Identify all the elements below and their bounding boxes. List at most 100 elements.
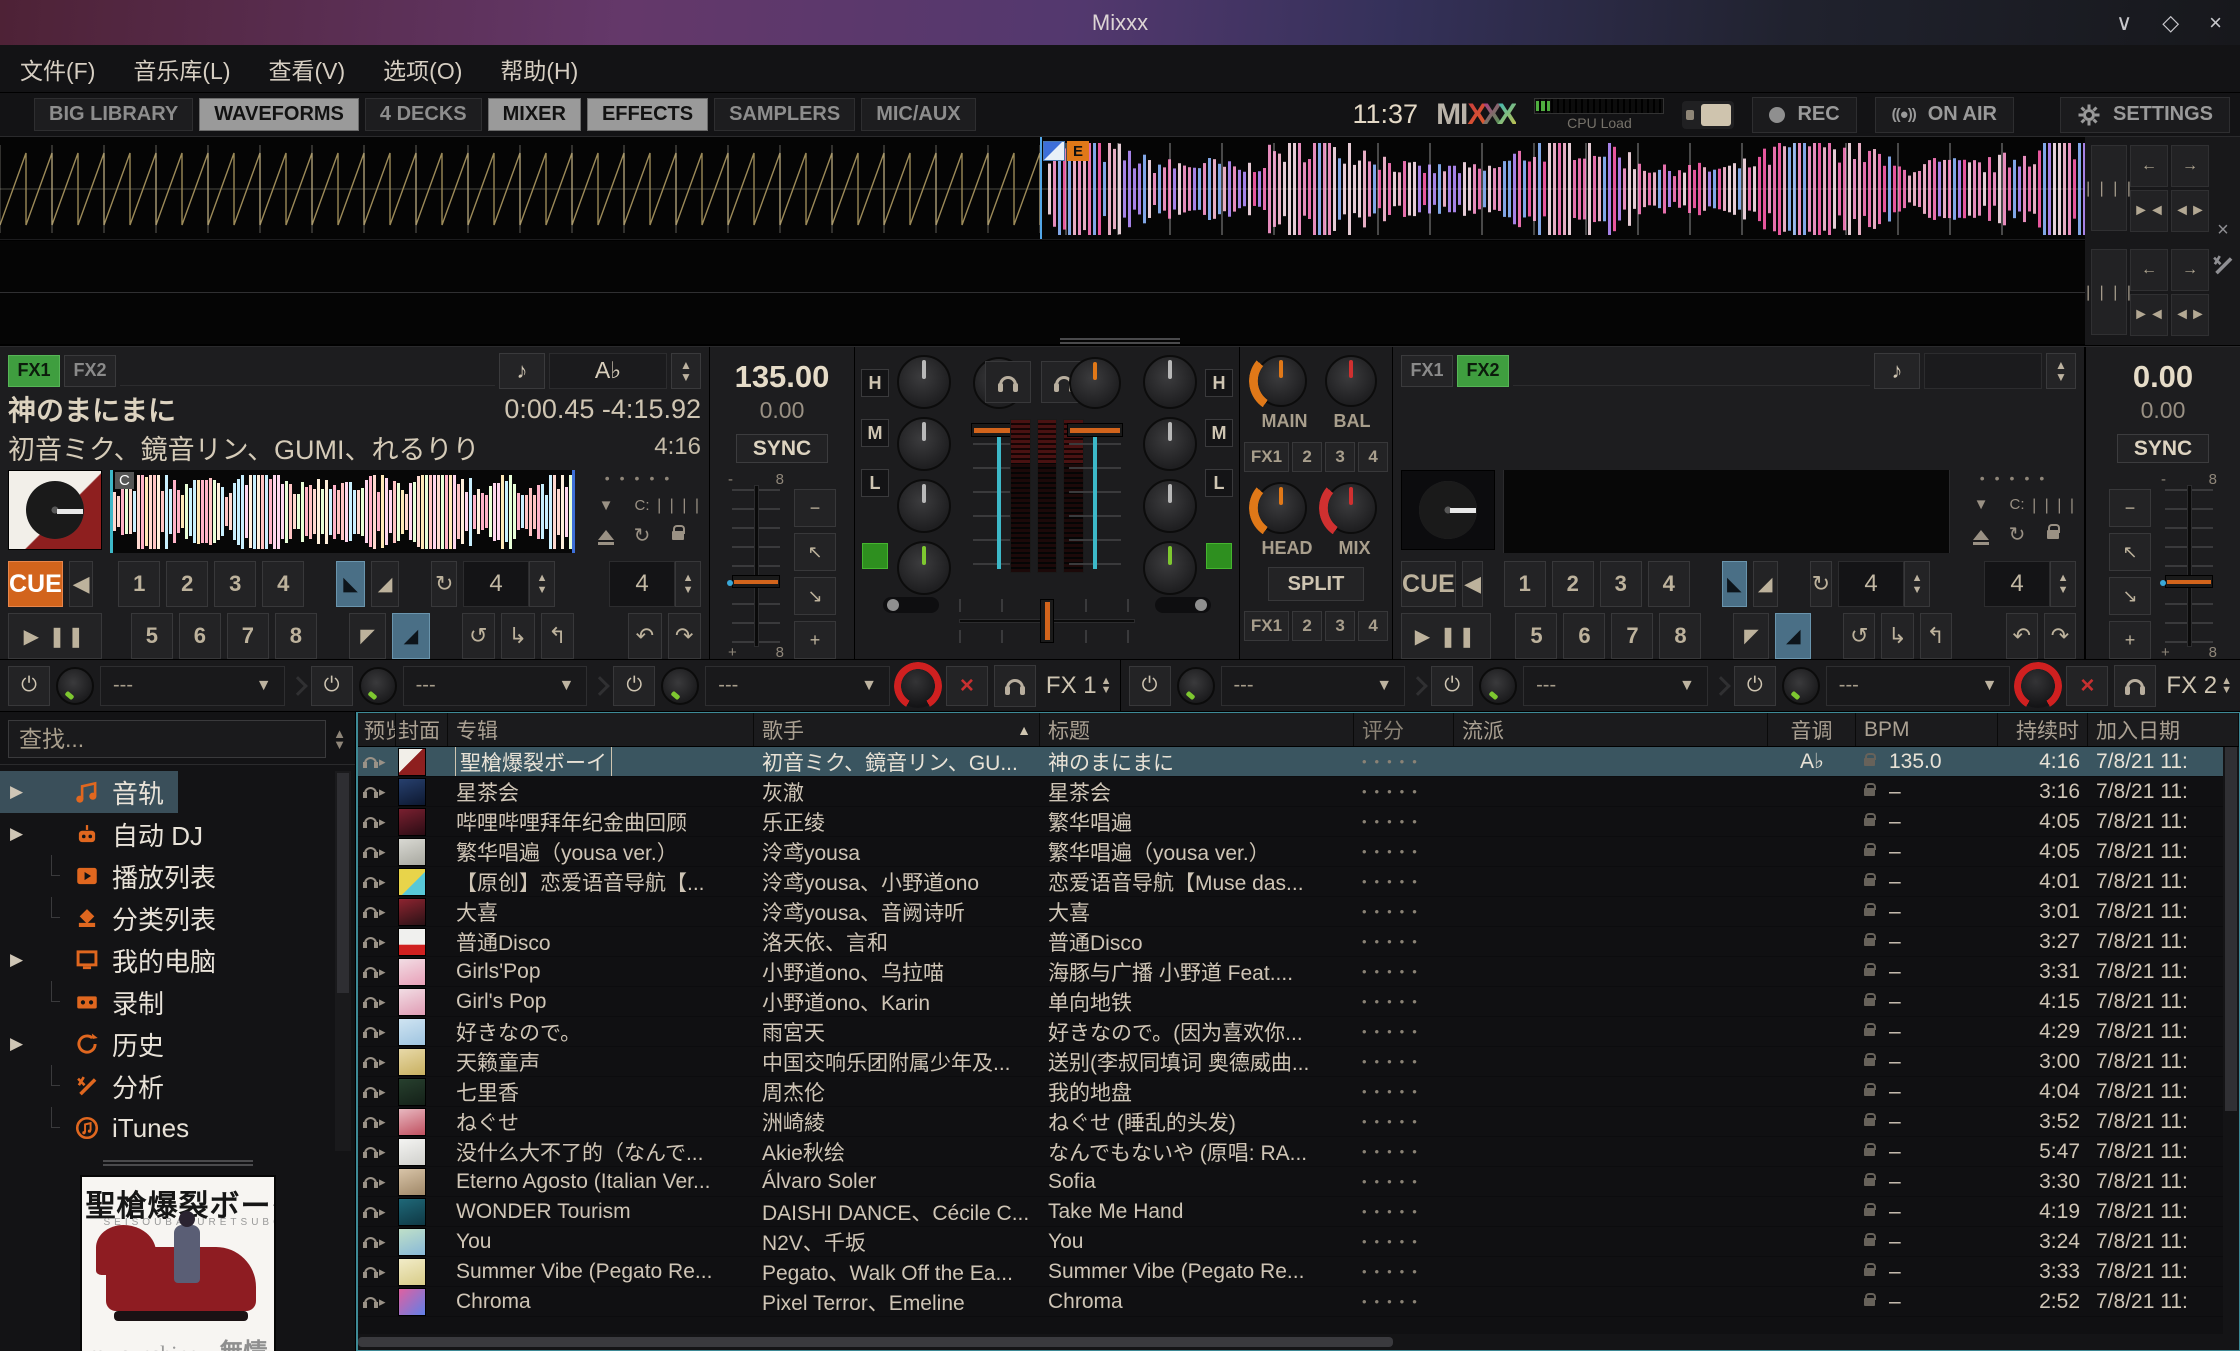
record-button[interactable]: REC (1752, 97, 1856, 133)
deck2-beatgrid-right-button[interactable]: ◄► (2171, 294, 2209, 336)
col-date-added[interactable]: 加入日期 (2088, 713, 2239, 746)
balance-knob[interactable] (1325, 355, 1377, 407)
bpm-lock-icon[interactable] (1864, 758, 1875, 766)
col-album[interactable]: 专辑 (448, 713, 754, 746)
deck2-jump-back-button[interactable]: ↶ (2006, 613, 2038, 659)
col-genre[interactable]: 流派 (1454, 713, 1768, 746)
preview-button[interactable]: ▸ (358, 837, 396, 866)
eject-icon[interactable] (1964, 522, 1998, 548)
sidebar-item[interactable]: ▶ 录制 (0, 981, 355, 1023)
cell-rating[interactable]: ••••• (1354, 777, 1454, 806)
deck1-beatloop-button[interactable]: ↻ (431, 561, 457, 607)
deck2-sync-button[interactable]: SYNC (2117, 434, 2209, 463)
deck1-nudge-up-button[interactable]: ↖ (794, 533, 836, 571)
cell-rating[interactable]: ••••• (1354, 1287, 1454, 1316)
col-key[interactable]: 音调 (1768, 713, 1856, 746)
broadcast-button[interactable]: ((●))ON AIR (1875, 97, 2014, 133)
sidebar-item[interactable]: ▶ 自动 DJ (0, 813, 355, 855)
ch2-crossfader-assign[interactable] (1155, 597, 1211, 613)
deck1-key-match-button[interactable]: ♪ (499, 353, 545, 389)
deck1-beatgrid-left-button[interactable]: ►◄ (2130, 190, 2168, 232)
expand-arrow-icon[interactable]: ▶ (10, 1034, 30, 1054)
deck1-waveform[interactable]: E (0, 137, 2085, 240)
table-row[interactable]: ▸ 大喜 泠鸢yousa、音阙诗听 大喜 ••••• – 3:01 7/8/21… (358, 897, 2239, 927)
main-gain-knob[interactable] (1255, 355, 1307, 407)
deck2-loop-out-marker-button[interactable]: ◢ (1775, 613, 1811, 659)
deck1-pitch-handle[interactable] (732, 575, 780, 588)
head-fx-assign-button[interactable]: 3 (1325, 611, 1355, 641)
settings-button[interactable]: SETTINGS (2060, 97, 2230, 133)
sidebar-item[interactable]: ▶ 音轨 (0, 771, 178, 813)
preview-button[interactable]: ▸ (358, 957, 396, 986)
deck2-jump-size-spinbox[interactable]: 4▲▼ (1984, 561, 2076, 607)
swap-icon[interactable]: × (2217, 219, 2229, 242)
deck1-jump-size-spinbox[interactable]: 4▲▼ (609, 561, 701, 607)
menu-item[interactable]: 帮助(H) (500, 52, 578, 86)
bpm-lock-icon[interactable] (1864, 1298, 1875, 1306)
ch1-crossfader-assign[interactable] (883, 597, 939, 613)
preview-button[interactable]: ▸ (358, 1257, 396, 1286)
fx2-clear-button[interactable]: × (2066, 666, 2108, 706)
bpm-lock-icon[interactable] (1864, 998, 1875, 1006)
menu-item[interactable]: 音乐库(L) (133, 52, 230, 86)
fx2-slot3-select[interactable]: ---▼ (1826, 666, 2011, 706)
deck1-cue-button[interactable]: CUE (8, 561, 63, 607)
deck2-zoom-in-button[interactable]: → (2171, 249, 2209, 291)
deck1-pitch-fader[interactable]: -8 +8 (728, 475, 784, 657)
deck1-fx2-toggle[interactable]: FX2 (64, 355, 116, 387)
deck1-hotcue-button[interactable]: 2 (166, 561, 208, 607)
deck1-fx1-toggle[interactable]: FX1 (8, 355, 60, 387)
table-row[interactable]: ▸ Chroma Pixel Terror、Emeline Chroma •••… (358, 1287, 2239, 1317)
cell-rating[interactable]: ••••• (1354, 1167, 1454, 1196)
fx2-slot3-meta-knob[interactable] (1782, 667, 1820, 705)
cell-rating[interactable]: ••••• (1354, 1107, 1454, 1136)
deck1-loop-out-button[interactable]: ↰ (541, 613, 574, 659)
repeat-icon[interactable]: ↻ (2000, 522, 2034, 548)
deck1-zoom-in-button[interactable]: → (2171, 145, 2209, 187)
table-row[interactable]: ▸ Girl's Pop 小野道ono、Karin 单向地铁 ••••• – 4… (358, 987, 2239, 1017)
table-row[interactable]: ▸ 聖槍爆裂ボーイ 初音ミク、鏡音リン、GU... 神のまにまに ••••• A… (358, 747, 2239, 777)
bpm-lock-icon[interactable] (1864, 1028, 1875, 1036)
fx1-slot1-select[interactable]: ---▼ (100, 666, 285, 706)
preview-button[interactable]: ▸ (358, 1107, 396, 1136)
cell-rating[interactable]: ••••• (1354, 867, 1454, 896)
table-row[interactable]: ▸ ねぐせ 洲崎綾 ねぐせ (睡乱的头发) ••••• – 3:52 7/8/2… (358, 1107, 2239, 1137)
preview-button[interactable]: ▸ (358, 1197, 396, 1226)
table-row[interactable]: ▸ 繁华唱遍（yousa ver.） 泠鸢yousa 繁华唱遍（yousa ve… (358, 837, 2239, 867)
cue-flag-icon[interactable] (1043, 141, 1065, 161)
unlock-icon[interactable] (661, 522, 695, 548)
bpm-lock-icon[interactable] (1864, 1088, 1875, 1096)
deck2-fx2-toggle[interactable]: FX2 (1457, 355, 1509, 387)
head-fx-assign-button[interactable]: 4 (1358, 611, 1388, 641)
table-row[interactable]: ▸ 【原创】恋爱语音导航【... 泠鸢yousa、小野道ono 恋爱语音导航【M… (358, 867, 2239, 897)
col-title[interactable]: 标题 (1040, 713, 1354, 746)
deck2-loop-size-spinbox[interactable]: 4▲▼ (1838, 561, 1930, 607)
deck2-pitch-fader[interactable]: -8 +8 (2161, 475, 2217, 657)
deck1-loop-in-button[interactable]: ↳ (501, 613, 534, 659)
col-artist[interactable]: 歌手▲ (754, 713, 1040, 746)
deck1-rate-down-button[interactable]: − (794, 489, 836, 527)
cell-rating[interactable]: ••••• (1354, 927, 1454, 956)
table-row[interactable]: ▸ Eterno Agosto (Italian Ver... Álvaro S… (358, 1167, 2239, 1197)
fx1-clear-button[interactable]: × (946, 666, 988, 706)
crossfader[interactable] (959, 599, 1135, 643)
toolbar-view-button[interactable]: WAVEFORMS (199, 98, 359, 131)
deck2-hotcue-button[interactable]: 6 (1563, 613, 1605, 659)
deck2-key-stepper[interactable]: ▲▼ (2046, 353, 2076, 389)
preview-button[interactable]: ▸ (358, 777, 396, 806)
fx1-super-knob[interactable] (896, 664, 940, 708)
fx2-slot1-select[interactable]: ---▼ (1221, 666, 1406, 706)
ch2-gain-knob[interactable] (1069, 357, 1121, 409)
fx2-slot1-meta-knob[interactable] (1177, 667, 1215, 705)
eject-icon[interactable] (589, 522, 623, 548)
maximize-icon[interactable]: ◇ (2162, 10, 2179, 36)
deck2-overview-waveform[interactable] (1503, 470, 1950, 553)
col-bpm[interactable]: BPM (1856, 713, 1998, 746)
deck1-jump-forward-button[interactable]: ↷ (668, 613, 701, 659)
cell-rating[interactable]: ••••• (1354, 897, 1454, 926)
preview-button[interactable]: ▸ (358, 1077, 396, 1106)
deck1-hotcue-button[interactable]: 1 (118, 561, 160, 607)
fx1-slot1-power-button[interactable]: ⏻ (8, 666, 50, 706)
deck1-sync-button[interactable]: SYNC (736, 434, 828, 463)
menu-item[interactable]: 选项(O) (383, 52, 462, 86)
